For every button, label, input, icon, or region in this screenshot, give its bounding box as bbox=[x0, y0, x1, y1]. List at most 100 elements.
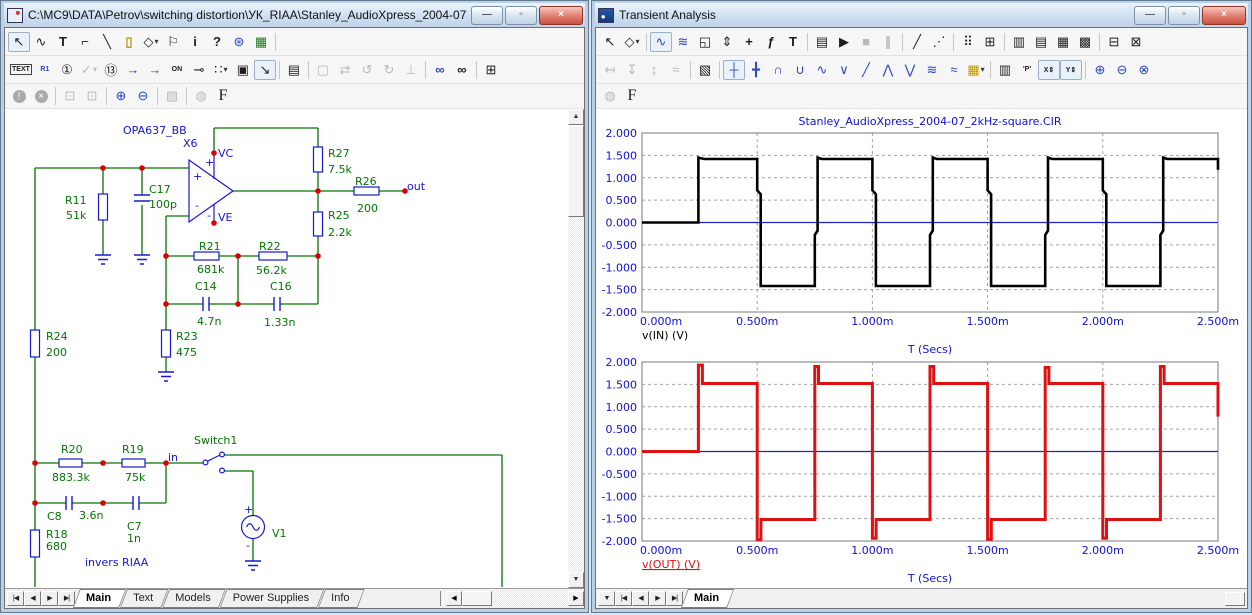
dotted-line-mode-button[interactable]: ⋰ bbox=[928, 32, 950, 52]
find-button[interactable]: ∞ bbox=[451, 60, 473, 80]
resistor-r21[interactable] bbox=[194, 252, 219, 260]
scroll-right-button[interactable]: ▶ bbox=[568, 591, 584, 606]
info-button[interactable]: i bbox=[184, 32, 206, 52]
rotate-ccw-button[interactable]: ↺ bbox=[356, 60, 378, 80]
cursor-mode[interactable]: + bbox=[738, 32, 760, 52]
vertical-grid-toggle[interactable]: ▥ bbox=[1008, 32, 1030, 52]
properties-button[interactable]: ▤ bbox=[283, 60, 305, 80]
close-button[interactable]: × bbox=[1202, 6, 1246, 25]
trace-label[interactable]: v(OUT) (V) bbox=[642, 558, 700, 571]
next-page-button[interactable]: ▶ bbox=[41, 591, 58, 606]
zoom-in-button[interactable]: ⊕ bbox=[110, 86, 132, 106]
peak-button[interactable]: ∩ bbox=[767, 60, 789, 80]
tab-main[interactable]: Main bbox=[681, 589, 734, 608]
text-tool[interactable]: T bbox=[782, 32, 804, 52]
envelope-top-button[interactable]: ≋ bbox=[921, 60, 943, 80]
grid-toggle[interactable]: ∷▾ bbox=[210, 60, 232, 80]
restore-button[interactable]: ▫ bbox=[1168, 6, 1200, 25]
web-button[interactable]: ⊛ bbox=[228, 32, 250, 52]
analysis-plot-area[interactable]: 2.0001.5001.0000.5000.000-0.500-1.000-1.… bbox=[596, 109, 1247, 588]
low-button[interactable]: ∨ bbox=[833, 60, 855, 80]
capacitor-c8[interactable] bbox=[66, 496, 72, 510]
default-component-tool[interactable]: ▯ bbox=[118, 32, 140, 52]
font-button[interactable]: F bbox=[212, 86, 234, 106]
scroll-up-button[interactable]: ▲ bbox=[568, 109, 584, 125]
pin-connections-toggle[interactable]: ⑬ bbox=[100, 60, 122, 80]
waveform-buffer-mode[interactable]: ≋ bbox=[672, 32, 694, 52]
format-button[interactable]: 'P' bbox=[1016, 60, 1038, 80]
scroll-thumb[interactable] bbox=[568, 125, 584, 217]
next-simulation-button[interactable]: ↤ bbox=[599, 60, 621, 80]
info-mode-button[interactable]: ! bbox=[8, 86, 30, 106]
tokens-toggle[interactable]: ⊞ bbox=[979, 32, 1001, 52]
component-menu[interactable]: ◇▾ bbox=[140, 32, 162, 52]
zoom-out-button[interactable]: ⊖ bbox=[132, 86, 154, 106]
graph-select-mode[interactable]: ∿ bbox=[650, 32, 672, 52]
line-tool[interactable]: ╲ bbox=[96, 32, 118, 52]
inflection-button[interactable]: ╱ bbox=[855, 60, 877, 80]
attribute-visibility-toggle[interactable]: R1 bbox=[34, 60, 56, 80]
schematic-titlebar[interactable]: C:\MC9\DATA\Petrov\switching distortion\… bbox=[4, 3, 585, 27]
hscroll-track[interactable] bbox=[492, 591, 568, 606]
go-to-x-button[interactable]: ▦▾ bbox=[965, 60, 987, 80]
ortho-wire-tool[interactable]: ⌐ bbox=[74, 32, 96, 52]
trace-v(OUT)[interactable] bbox=[642, 365, 1218, 540]
resistor-r25[interactable] bbox=[314, 212, 323, 236]
formula-mode[interactable]: ƒ bbox=[760, 32, 782, 52]
image-button[interactable]: ▨ bbox=[161, 86, 183, 106]
node-voltages-toggle[interactable]: ✓▾ bbox=[78, 60, 100, 80]
curve-step-button[interactable]: ≈ bbox=[665, 60, 687, 80]
window-split-button[interactable]: ⊞ bbox=[480, 60, 502, 80]
dropdown-arrow-icon[interactable]: ▾ bbox=[981, 65, 985, 74]
line-mode-button[interactable]: ╱ bbox=[906, 32, 928, 52]
rotate-cw-button[interactable]: ↻ bbox=[378, 60, 400, 80]
zoom-window-button[interactable]: ⊗ bbox=[1133, 60, 1155, 80]
schematic-canvas[interactable]: OPA637_BBX6VCVE+-+-R1151kC17100pR277.5kR… bbox=[5, 109, 568, 588]
global-high-button[interactable]: ⋀ bbox=[877, 60, 899, 80]
normalize-button[interactable]: ▧ bbox=[694, 60, 716, 80]
flag-tool[interactable]: ⚐ bbox=[162, 32, 184, 52]
both-cursors-button[interactable]: ↨ bbox=[643, 60, 665, 80]
wire-mode-tool[interactable]: ∿ bbox=[30, 32, 52, 52]
clear-errors-button[interactable]: × bbox=[30, 86, 52, 106]
source-v1[interactable] bbox=[242, 516, 265, 539]
font-button[interactable]: F bbox=[621, 86, 643, 106]
next-branch-button[interactable]: ↧ bbox=[621, 60, 643, 80]
globe-button[interactable]: ◍ bbox=[599, 86, 621, 106]
device-state-toggle[interactable]: ON bbox=[166, 60, 188, 80]
last-page-button[interactable]: ▶| bbox=[58, 591, 75, 606]
numeric-output-button[interactable]: ▥ bbox=[994, 60, 1016, 80]
hscroll-fragment[interactable] bbox=[1225, 592, 1245, 606]
select-tool[interactable]: ↖ bbox=[599, 32, 621, 52]
scale-mode[interactable]: ◱ bbox=[694, 32, 716, 52]
horizontal-scrollbar[interactable]: ◀ ▶ bbox=[440, 590, 584, 607]
text-visibility-toggle[interactable]: TEXT bbox=[8, 60, 34, 80]
envelope-bottom-button[interactable]: ≈ bbox=[943, 60, 965, 80]
close-button[interactable]: × bbox=[539, 6, 583, 25]
border-toggle[interactable]: ▣ bbox=[232, 60, 254, 80]
page-list-button[interactable]: ▼ bbox=[598, 591, 615, 606]
trace-v(IN)[interactable] bbox=[642, 158, 1218, 286]
prev-page-button[interactable]: ◀ bbox=[632, 591, 649, 606]
dropdown-arrow-icon[interactable]: ▾ bbox=[93, 65, 97, 74]
left-cursor-button[interactable]: ┼ bbox=[723, 60, 745, 80]
resistor-r18[interactable] bbox=[31, 530, 40, 557]
tab-info[interactable]: Info bbox=[318, 589, 364, 608]
high-button[interactable]: ∿ bbox=[811, 60, 833, 80]
globe-button[interactable]: ◍ bbox=[190, 86, 212, 106]
scroll-left-button[interactable]: ◀ bbox=[446, 591, 462, 606]
resistor-r23[interactable] bbox=[162, 330, 171, 357]
component-menu[interactable]: ◇▾ bbox=[621, 32, 643, 52]
capacitor-c7[interactable] bbox=[133, 496, 139, 510]
prev-page-button[interactable]: ◀ bbox=[24, 591, 41, 606]
tab-models[interactable]: Models bbox=[162, 589, 225, 608]
resistor-r20[interactable] bbox=[59, 459, 82, 467]
power-arrows-toggle[interactable]: → bbox=[144, 60, 166, 80]
first-page-button[interactable]: |◀ bbox=[615, 591, 632, 606]
last-page-button[interactable]: ▶| bbox=[666, 591, 683, 606]
properties-button[interactable]: ▤ bbox=[811, 32, 833, 52]
restore-button[interactable]: ▫ bbox=[505, 6, 537, 25]
mc-file-button[interactable]: ▦ bbox=[250, 32, 272, 52]
next-page-button[interactable]: ▶ bbox=[649, 591, 666, 606]
mirror-button[interactable]: ⊥ bbox=[400, 60, 422, 80]
